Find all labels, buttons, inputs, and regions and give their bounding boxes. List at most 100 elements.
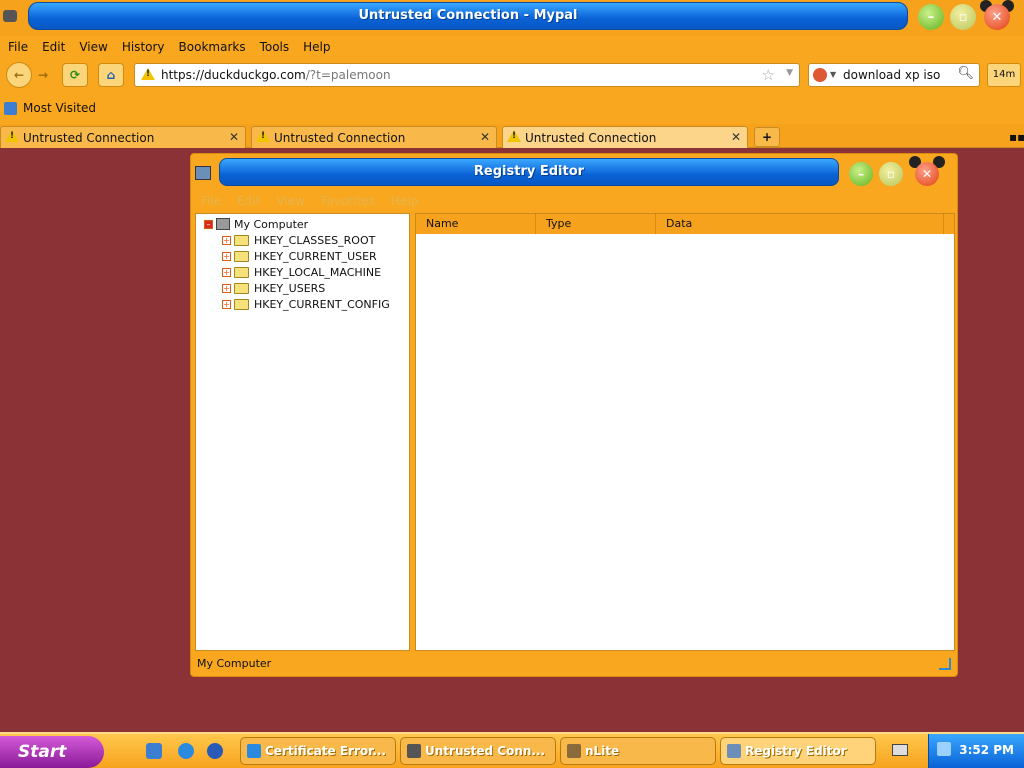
expand-icon[interactable]: +: [222, 283, 231, 293]
registry-values-list[interactable]: Name Type Data: [415, 213, 955, 651]
start-button[interactable]: Start: [0, 736, 104, 768]
home-icon[interactable]: ⌂: [98, 63, 124, 87]
url-path: /?t=palemoon: [305, 68, 391, 82]
close-button[interactable]: ✕: [984, 4, 1010, 30]
folder-icon: [234, 282, 249, 294]
task-label: Untrusted Conn...: [425, 744, 546, 758]
system-tray: 3:52 PM: [928, 734, 1024, 768]
registry-editor-window[interactable]: Registry Editor – ▫ ✕ File Edit View Fav…: [190, 153, 958, 677]
column-header-data[interactable]: Data: [656, 214, 944, 234]
regedit-menu-favorites[interactable]: Favorites: [321, 194, 375, 208]
ie-icon: [247, 744, 261, 758]
warning-icon: [256, 130, 270, 145]
status-text: My Computer: [197, 657, 272, 670]
registry-tree[interactable]: – My Computer + HKEY_CLASSES_ROOT + HKEY…: [195, 213, 410, 651]
regedit-minimize-button[interactable]: –: [849, 162, 873, 186]
regedit-app-icon[interactable]: [195, 166, 211, 180]
tab-2[interactable]: Untrusted Connection ✕: [251, 126, 497, 148]
task-untrusted-connection[interactable]: Untrusted Conn...: [400, 737, 556, 765]
keyboard-layout-icon[interactable]: [892, 744, 908, 756]
expand-icon[interactable]: +: [222, 267, 231, 277]
warning-icon[interactable]: [141, 68, 155, 83]
maximize-button[interactable]: ▫: [950, 4, 976, 30]
expand-icon[interactable]: +: [222, 299, 231, 309]
menu-view[interactable]: View: [79, 40, 107, 54]
url-dropdown-icon[interactable]: ▼: [786, 68, 793, 78]
minimize-button[interactable]: –: [918, 4, 944, 30]
back-arrow-icon[interactable]: ←: [6, 62, 32, 88]
magnifier-icon[interactable]: 🔍︎: [957, 66, 974, 81]
expand-icon[interactable]: +: [222, 235, 231, 245]
tab-label: Untrusted Connection: [525, 130, 657, 145]
browser-titlebar: Untrusted Connection - Mypal – ▫ ✕: [0, 0, 1024, 36]
tree-item-hkey-current-config[interactable]: + HKEY_CURRENT_CONFIG: [222, 296, 390, 312]
bookmark-label: Most Visited: [23, 101, 97, 115]
tree-item-hkey-users[interactable]: + HKEY_USERS: [222, 280, 325, 296]
browser-menubar: File Edit View History Bookmarks Tools H…: [0, 36, 1024, 58]
addon-button[interactable]: 14m: [987, 63, 1021, 87]
new-tab-button[interactable]: +: [754, 127, 780, 147]
clock[interactable]: 3:52 PM: [959, 743, 1014, 757]
tree-root-label: My Computer: [234, 217, 309, 231]
mypal-app-icon[interactable]: [3, 10, 17, 22]
menu-bookmarks[interactable]: Bookmarks: [179, 40, 246, 54]
url-bar[interactable]: https://duckduckgo.com/?t=palemoon ☆ ▼: [134, 63, 800, 87]
star-icon[interactable]: ☆: [762, 66, 775, 84]
forward-arrow-icon[interactable]: →: [31, 62, 55, 88]
media-player-icon[interactable]: [207, 743, 223, 759]
task-registry-editor[interactable]: Registry Editor: [720, 737, 876, 765]
search-input[interactable]: ▼ download xp iso 🔍︎: [808, 63, 980, 87]
column-header-name[interactable]: Name: [416, 214, 536, 234]
regedit-menu-file[interactable]: File: [201, 194, 221, 208]
tab-close-icon[interactable]: ✕: [480, 130, 490, 144]
tab-list-icon[interactable]: ▪▪: [1009, 130, 1024, 144]
regedit-menu-edit[interactable]: Edit: [237, 194, 260, 208]
folder-icon: [234, 234, 249, 246]
reload-icon[interactable]: ⟳: [62, 63, 88, 87]
folder-icon: [234, 266, 249, 278]
column-header-type[interactable]: Type: [536, 214, 656, 234]
regedit-menu-help[interactable]: Help: [391, 194, 418, 208]
window-title: Untrusted Connection - Mypal: [358, 8, 578, 23]
regedit-menu-view[interactable]: View: [276, 194, 304, 208]
menu-file[interactable]: File: [8, 40, 28, 54]
collapse-icon[interactable]: –: [204, 219, 213, 229]
warning-icon: [5, 130, 19, 145]
expand-icon[interactable]: +: [222, 251, 231, 261]
warning-icon: [507, 130, 521, 145]
list-header: Name Type Data: [416, 214, 954, 234]
tab-label: Untrusted Connection: [23, 130, 155, 145]
duckduckgo-icon[interactable]: [813, 68, 827, 82]
internet-explorer-icon[interactable]: [178, 743, 194, 759]
task-certificate-error[interactable]: Certificate Error...: [240, 737, 396, 765]
tree-root[interactable]: – My Computer: [204, 216, 308, 232]
task-nlite[interactable]: nLite: [560, 737, 716, 765]
registry-editor-title: Registry Editor: [219, 158, 839, 186]
regedit-menubar: File Edit View Favorites Help: [201, 194, 418, 208]
tab-close-icon[interactable]: ✕: [731, 130, 741, 144]
menu-history[interactable]: History: [122, 40, 165, 54]
task-label: nLite: [585, 744, 620, 758]
tab-1[interactable]: Untrusted Connection ✕: [0, 126, 246, 148]
folder-icon: [234, 298, 249, 310]
search-engine-dropdown-icon[interactable]: ▼: [830, 70, 836, 79]
tab-3[interactable]: Untrusted Connection ✕: [502, 126, 748, 148]
regedit-maximize-button[interactable]: ▫: [879, 162, 903, 186]
bookmark-most-visited[interactable]: Most Visited: [4, 101, 96, 115]
menu-edit[interactable]: Edit: [42, 40, 65, 54]
show-desktop-icon[interactable]: [146, 743, 162, 759]
tree-item-hkey-local-machine[interactable]: + HKEY_LOCAL_MACHINE: [222, 264, 381, 280]
task-label: Certificate Error...: [265, 744, 387, 758]
task-label: Registry Editor: [745, 744, 847, 758]
tree-item-hkey-current-user[interactable]: + HKEY_CURRENT_USER: [222, 248, 377, 264]
menu-tools[interactable]: Tools: [260, 40, 290, 54]
tree-item-hkey-classes-root[interactable]: + HKEY_CLASSES_ROOT: [222, 232, 375, 248]
tree-item-label: HKEY_CURRENT_USER: [254, 249, 377, 263]
regedit-status-bar: My Computer: [195, 654, 955, 674]
network-icon[interactable]: [937, 742, 951, 756]
resize-grip-icon[interactable]: [939, 658, 951, 670]
menu-help[interactable]: Help: [303, 40, 330, 54]
tab-strip: Untrusted Connection ✕ Untrusted Connect…: [0, 124, 1024, 148]
regedit-close-button[interactable]: ✕: [915, 162, 939, 186]
tab-close-icon[interactable]: ✕: [229, 130, 239, 144]
